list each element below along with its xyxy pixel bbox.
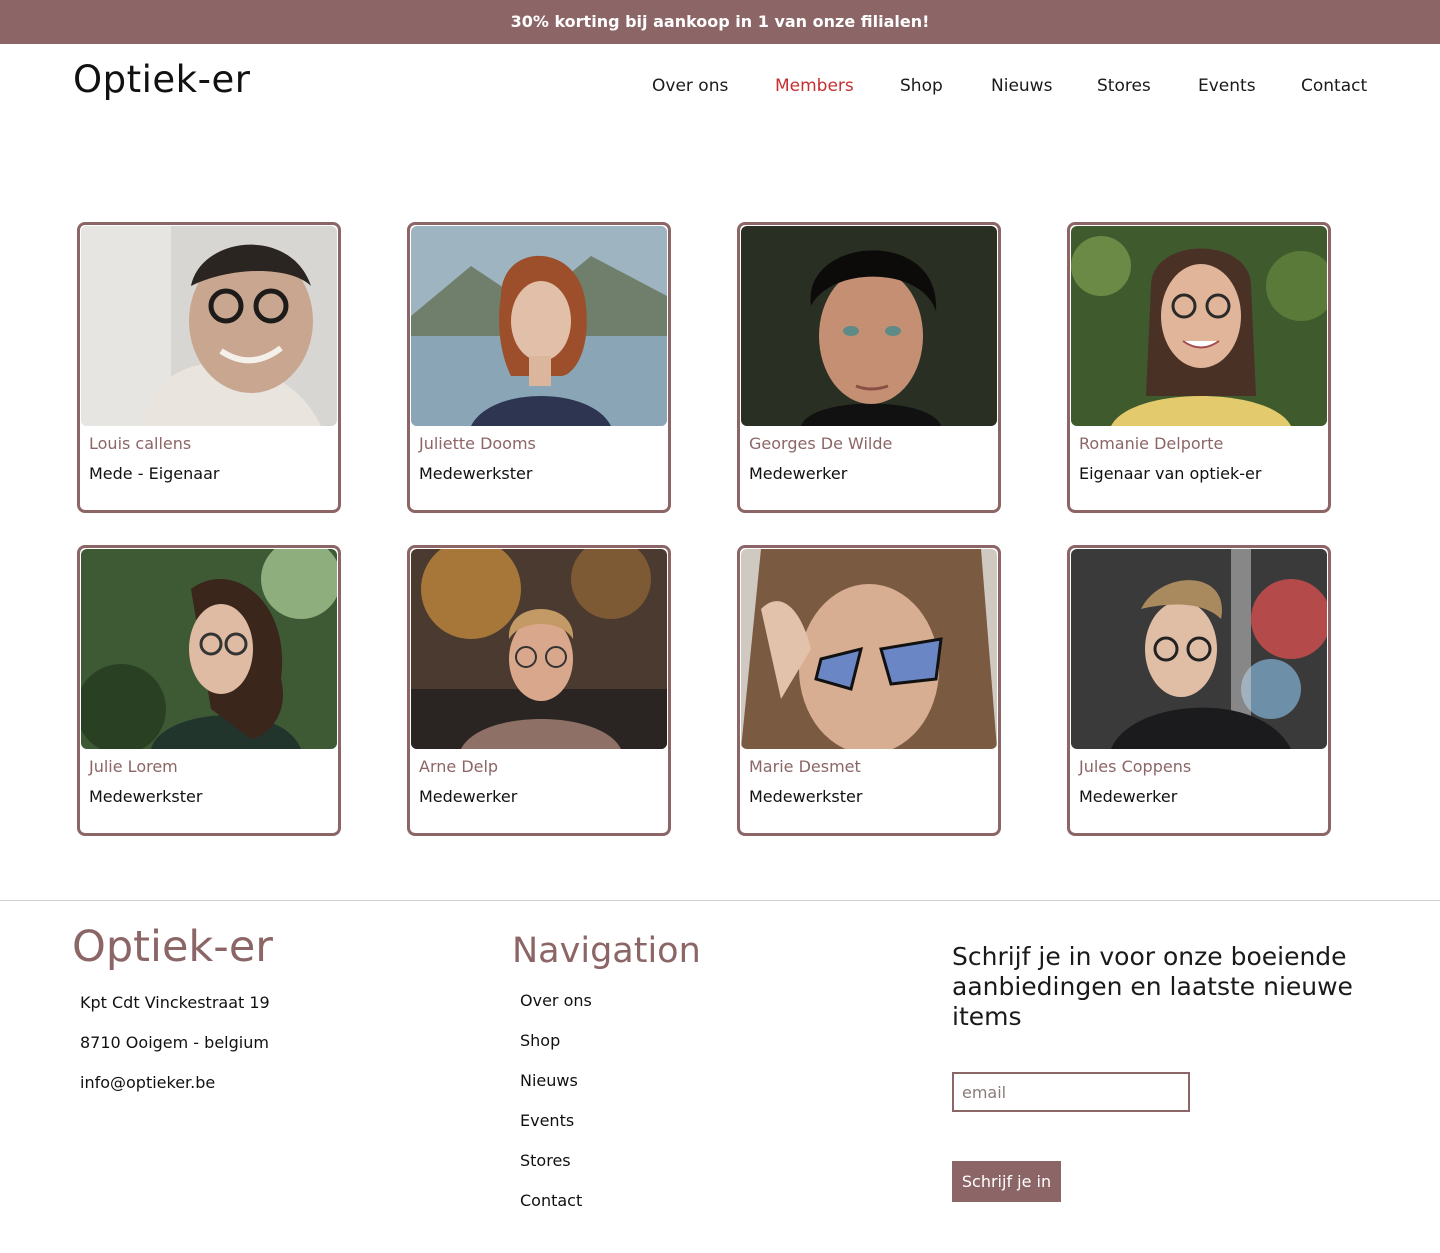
member-photo	[741, 549, 997, 749]
nav-over-ons[interactable]: Over ons	[652, 76, 728, 96]
nav-stores[interactable]: Stores	[1097, 76, 1151, 96]
member-name: Arne Delp	[419, 757, 499, 776]
member-name: Romanie Delporte	[1079, 434, 1224, 453]
member-card[interactable]: Georges De Wilde Medewerker	[737, 222, 1001, 513]
member-photo	[1071, 549, 1327, 749]
footer-nav-over-ons[interactable]: Over ons	[520, 991, 592, 1010]
member-photo	[81, 226, 337, 426]
member-name: Marie Desmet	[749, 757, 861, 776]
member-role: Medewerkster	[89, 787, 203, 806]
member-role: Mede - Eigenaar	[89, 464, 220, 483]
promo-banner: 30% korting bij aankoop in 1 van onze fi…	[0, 0, 1440, 44]
member-card[interactable]: Jules Coppens Medewerker	[1067, 545, 1331, 836]
member-card[interactable]: Marie Desmet Medewerkster	[737, 545, 1001, 836]
nav-events[interactable]: Events	[1198, 76, 1256, 96]
member-photo	[1071, 226, 1327, 426]
member-name: Georges De Wilde	[749, 434, 893, 453]
member-name: Louis callens	[89, 434, 192, 453]
member-role: Medewerker	[749, 464, 848, 483]
footer-nav-stores[interactable]: Stores	[520, 1151, 571, 1170]
footer-nav-contact[interactable]: Contact	[520, 1191, 582, 1210]
nav-members[interactable]: Members	[775, 76, 854, 96]
nav-shop[interactable]: Shop	[900, 76, 943, 96]
footer-nav-events[interactable]: Events	[520, 1111, 574, 1130]
member-card[interactable]: Louis callens Mede - Eigenaar	[77, 222, 341, 513]
footer-nav-nieuws[interactable]: Nieuws	[520, 1071, 578, 1090]
member-card[interactable]: Arne Delp Medewerker	[407, 545, 671, 836]
member-name: Jules Coppens	[1079, 757, 1192, 776]
footer-divider	[0, 900, 1440, 901]
member-photo	[741, 226, 997, 426]
member-role: Medewerkster	[749, 787, 863, 806]
member-photo	[411, 226, 667, 426]
member-card[interactable]: Juliette Dooms Medewerkster	[407, 222, 671, 513]
member-name: Juliette Dooms	[419, 434, 536, 453]
nav-nieuws[interactable]: Nieuws	[991, 76, 1052, 96]
subscribe-button[interactable]: Schrijf je in	[952, 1161, 1061, 1202]
member-role: Eigenaar van optiek-er	[1079, 464, 1262, 483]
newsletter-email-input[interactable]	[952, 1072, 1190, 1112]
nav-contact[interactable]: Contact	[1301, 76, 1367, 96]
member-card[interactable]: Julie Lorem Medewerkster	[77, 545, 341, 836]
footer-nav-title: Navigation	[512, 931, 701, 971]
member-photo	[81, 549, 337, 749]
newsletter-title: Schrijf je in voor onze boeiende aanbied…	[952, 942, 1353, 1031]
member-photo	[411, 549, 667, 749]
member-role: Medewerkster	[419, 464, 533, 483]
member-role: Medewerker	[1079, 787, 1178, 806]
footer-email-link[interactable]: info@optieker.be	[80, 1073, 215, 1092]
member-card[interactable]: Romanie Delporte Eigenaar van optiek-er	[1067, 222, 1331, 513]
site-logo[interactable]: Optiek-er	[73, 58, 250, 101]
footer-logo: Optiek-er	[72, 922, 273, 972]
footer-nav-shop[interactable]: Shop	[520, 1031, 560, 1050]
footer-address-city: 8710 Ooigem - belgium	[80, 1033, 269, 1052]
member-name: Julie Lorem	[89, 757, 178, 776]
member-role: Medewerker	[419, 787, 518, 806]
footer-address-street: Kpt Cdt Vinckestraat 19	[80, 993, 270, 1012]
